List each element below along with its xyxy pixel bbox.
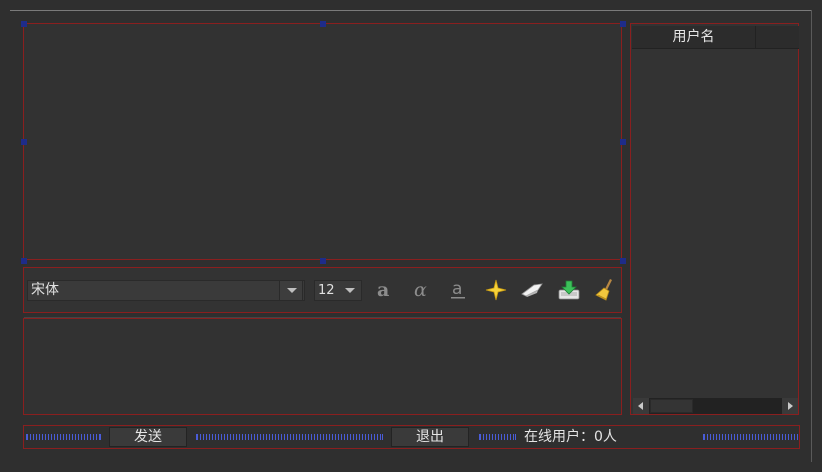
user-table-header: 用户名: [632, 26, 799, 49]
window-top-border: [10, 10, 812, 11]
svg-text:a: a: [452, 279, 462, 299]
resize-handle[interactable]: [620, 139, 626, 145]
resize-handle[interactable]: [320, 258, 326, 264]
scroll-thumb[interactable]: [650, 399, 693, 413]
layout-spacer: [196, 434, 383, 440]
svg-text:α: α: [414, 280, 427, 300]
italic-a-icon: α: [414, 280, 427, 300]
resize-handle[interactable]: [320, 21, 326, 27]
window-right-border: [811, 10, 812, 462]
save-button[interactable]: [555, 276, 583, 304]
resize-handle[interactable]: [620, 258, 626, 264]
horizontal-scrollbar[interactable]: [633, 398, 798, 414]
italic-button[interactable]: α: [407, 276, 435, 304]
underline-button[interactable]: a: [444, 276, 472, 304]
user-list-table[interactable]: 用户名: [630, 23, 799, 415]
clean-button[interactable]: [592, 276, 620, 304]
scroll-right-icon[interactable]: [782, 398, 798, 414]
resize-handle[interactable]: [21, 139, 27, 145]
font-family-dropdown-button[interactable]: [279, 280, 303, 301]
broom-icon: [595, 279, 612, 301]
font-family-value: 宋体: [31, 282, 59, 298]
exit-button[interactable]: 退出: [391, 427, 469, 447]
column-header-next[interactable]: [756, 26, 799, 48]
send-button[interactable]: 发送: [109, 427, 187, 447]
underline-a-icon: a: [451, 279, 465, 299]
scroll-left-icon[interactable]: [633, 398, 649, 414]
resize-handle[interactable]: [620, 21, 626, 27]
resize-handle[interactable]: [21, 21, 27, 27]
clear-button[interactable]: [518, 276, 546, 304]
save-download-icon: [558, 280, 580, 300]
format-toolbar: 宋体 12 a α a: [23, 267, 622, 313]
font-size-value: 12: [318, 283, 335, 298]
column-header-username[interactable]: 用户名: [632, 26, 756, 48]
chat-display-area[interactable]: [21, 21, 626, 264]
bold-button[interactable]: a: [370, 276, 398, 304]
message-input-area[interactable]: [23, 317, 622, 415]
resize-handle[interactable]: [21, 258, 27, 264]
color-button[interactable]: [482, 276, 510, 304]
bottom-action-bar: 发送 退出 在线用户：0人: [23, 425, 800, 449]
bold-a-icon: a: [377, 280, 389, 300]
star-color-icon: [485, 279, 507, 301]
layout-spacer: [703, 434, 798, 440]
font-size-combo[interactable]: 12: [314, 280, 362, 301]
layout-spacer: [26, 434, 101, 440]
chevron-down-icon: [345, 288, 355, 293]
online-users-count: 0人: [594, 429, 617, 445]
svg-text:a: a: [377, 280, 389, 300]
font-family-combo[interactable]: 宋体: [27, 280, 305, 301]
layout-spacer: [479, 434, 516, 440]
online-users-label: 在线用户：: [524, 429, 594, 445]
online-users-status: 在线用户：0人: [524, 427, 617, 447]
eraser-icon: [521, 283, 543, 297]
